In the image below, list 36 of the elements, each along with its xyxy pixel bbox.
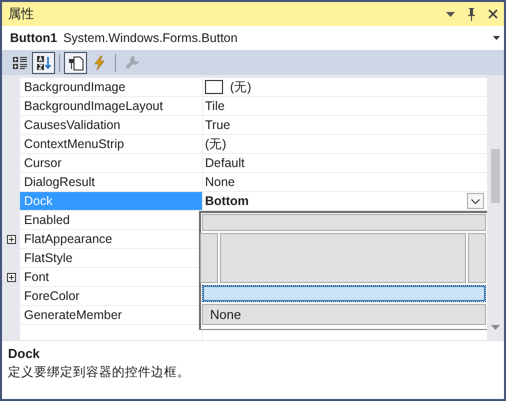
property-name[interactable]: BackgroundImageLayout — [20, 97, 203, 116]
page-icon — [68, 54, 84, 70]
property-value[interactable]: Bottom — [205, 194, 249, 208]
expand-icon[interactable] — [6, 235, 16, 244]
dock-none-option[interactable]: None — [202, 304, 486, 325]
property-name[interactable]: Cursor — [20, 154, 203, 173]
dropdown-button[interactable] — [467, 193, 484, 209]
description-title: Dock — [8, 346, 41, 361]
sort-icon — [36, 54, 52, 70]
expand-icon[interactable] — [6, 273, 16, 282]
scroll-thumb[interactable] — [491, 149, 500, 203]
wrench-icon — [124, 54, 140, 70]
properties-button[interactable] — [64, 52, 87, 74]
property-value[interactable]: (无) — [205, 136, 226, 152]
property-name[interactable]: CausesValidation — [20, 116, 203, 135]
alphabetical-button[interactable] — [32, 52, 55, 74]
property-value[interactable]: (无) — [230, 78, 252, 96]
property-name[interactable]: ContextMenuStrip — [20, 135, 203, 154]
lightning-icon — [92, 54, 108, 70]
property-value[interactable]: True — [205, 118, 230, 132]
dropdown-icon[interactable] — [446, 12, 455, 16]
property-name[interactable]: BackgroundImage — [20, 78, 203, 97]
scroll-down-icon[interactable] — [491, 325, 500, 330]
chevron-icon — [471, 198, 480, 204]
dock-bottom-option[interactable] — [202, 285, 486, 302]
close-icon[interactable] — [488, 9, 498, 19]
caret-icon — [493, 36, 500, 40]
property-value[interactable]: None — [205, 175, 235, 189]
pin-icon[interactable] — [467, 8, 476, 20]
scrollbar[interactable] — [487, 78, 504, 340]
object-selector[interactable]: Button1 System.Windows.Forms.Button — [2, 26, 504, 50]
list-icon — [12, 54, 28, 70]
property-value[interactable]: Tile — [205, 99, 225, 113]
description-text: 定义要绑定到容器的控件边框。 — [8, 364, 191, 381]
panel-title: 属性 — [8, 5, 34, 23]
property-value[interactable]: Default — [205, 156, 245, 170]
